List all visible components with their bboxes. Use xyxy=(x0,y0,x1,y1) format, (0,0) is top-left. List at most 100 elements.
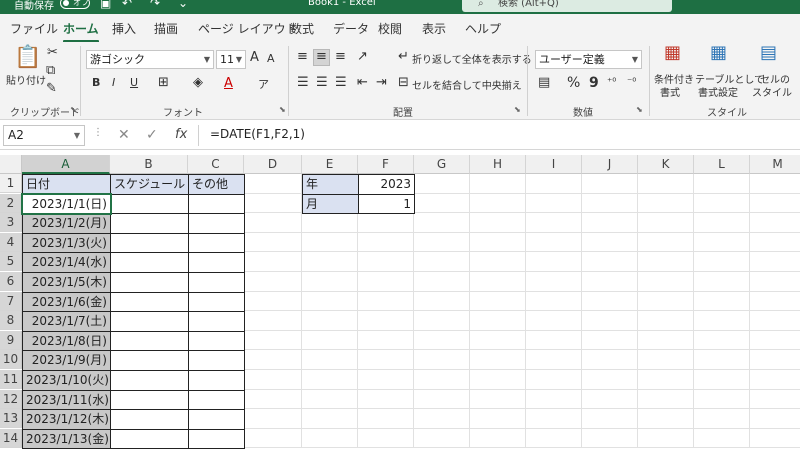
cell-k13[interactable] xyxy=(638,409,694,429)
phonetic-button[interactable]: ア xyxy=(258,76,269,92)
cell-i13[interactable] xyxy=(526,409,582,429)
align-left-icon[interactable]: ☰ xyxy=(297,76,309,90)
cell-k7[interactable] xyxy=(638,291,694,312)
schedule-cell[interactable] xyxy=(110,428,189,450)
cell-f8[interactable] xyxy=(358,311,414,331)
cell-l14[interactable] xyxy=(694,428,750,449)
cell-f3[interactable] xyxy=(358,213,414,233)
cell-i3[interactable] xyxy=(526,213,582,233)
cell-i10[interactable] xyxy=(526,350,582,370)
column-header-e[interactable]: E xyxy=(302,155,358,174)
other-cell[interactable] xyxy=(188,272,245,293)
cell-g5[interactable] xyxy=(414,252,470,272)
schedule-cell[interactable] xyxy=(110,291,189,313)
cell-f12[interactable] xyxy=(358,389,414,410)
cell-i8[interactable] xyxy=(526,311,582,331)
other-cell[interactable] xyxy=(188,311,245,332)
cell-i11[interactable] xyxy=(526,370,582,390)
other-cell[interactable] xyxy=(188,232,245,254)
cell-h1[interactable] xyxy=(470,174,526,194)
cell-m6[interactable] xyxy=(750,272,800,292)
paste-icon[interactable]: 📋 xyxy=(14,46,41,70)
cell-d9[interactable] xyxy=(244,330,302,351)
cell-g10[interactable] xyxy=(414,350,470,370)
increase-indent-icon[interactable]: ⇥ xyxy=(376,76,387,90)
cell-m13[interactable] xyxy=(750,409,800,429)
cell-j9[interactable] xyxy=(582,330,638,351)
cell-j12[interactable] xyxy=(582,389,638,410)
cell-k6[interactable] xyxy=(638,272,694,292)
date-cell[interactable]: 2023/1/3(火) xyxy=(22,232,111,254)
cell-f6[interactable] xyxy=(358,272,414,292)
font-color-button[interactable]: A xyxy=(224,76,233,91)
cell-m14[interactable] xyxy=(750,429,800,449)
cell-h11[interactable] xyxy=(470,370,526,390)
schedule-cell[interactable] xyxy=(110,252,189,273)
cell-h3[interactable] xyxy=(470,213,526,233)
cut-icon[interactable]: ✂ xyxy=(47,46,58,60)
cell-m11[interactable] xyxy=(750,370,800,390)
bold-button[interactable]: B xyxy=(92,76,100,89)
column-header-b[interactable]: B xyxy=(110,155,188,174)
cell-j7[interactable] xyxy=(582,291,638,312)
tab-page-layout[interactable]: ページ レイアウト xyxy=(198,20,298,37)
cell-h7[interactable] xyxy=(470,291,526,312)
align-middle-icon[interactable]: ≡ xyxy=(316,50,327,64)
schedule-cell[interactable] xyxy=(110,409,189,430)
other-cell[interactable] xyxy=(188,330,245,352)
row-header-10[interactable]: 10 xyxy=(0,350,22,370)
cell-d12[interactable] xyxy=(244,389,302,410)
cell-f7[interactable] xyxy=(358,291,414,312)
fill-color-icon[interactable]: ◈ xyxy=(193,76,203,90)
cell-i12[interactable] xyxy=(526,389,582,410)
row-header-4[interactable]: 4 xyxy=(0,232,22,252)
autosave-toggle[interactable]: オフ xyxy=(60,0,90,9)
date-cell[interactable]: 2023/1/13(金) xyxy=(22,428,111,450)
param-value-cell[interactable]: 2023 xyxy=(358,174,415,195)
format-painter-icon[interactable]: ✎ xyxy=(46,82,57,96)
row-header-5[interactable]: 5 xyxy=(0,252,22,272)
cell-f13[interactable] xyxy=(358,409,414,429)
cell-j2[interactable] xyxy=(582,193,638,214)
cell-g4[interactable] xyxy=(414,232,470,253)
param-label-cell[interactable]: 月 xyxy=(302,193,359,215)
row-header-3[interactable]: 3 xyxy=(0,213,22,233)
date-cell[interactable]: 2023/1/1(日) xyxy=(22,193,111,215)
cell-g1[interactable] xyxy=(414,174,470,194)
column-header-g[interactable]: G xyxy=(414,155,470,174)
undo-icon[interactable]: ↶ xyxy=(122,0,132,10)
row-header-11[interactable]: 11 xyxy=(0,370,22,389)
schedule-cell[interactable] xyxy=(110,213,189,234)
cell-j8[interactable] xyxy=(582,311,638,331)
cell-d4[interactable] xyxy=(244,232,302,253)
conditional-format-icon[interactable]: ▦ xyxy=(664,44,681,62)
cell-k1[interactable] xyxy=(638,174,694,194)
column-header-m[interactable]: M xyxy=(750,155,800,174)
tab-home[interactable]: ホーム xyxy=(63,20,99,43)
cell-k2[interactable] xyxy=(638,193,694,214)
wrap-text-icon[interactable]: ↵ xyxy=(398,50,409,64)
row-header-8[interactable]: 8 xyxy=(0,311,22,331)
schedule-cell[interactable] xyxy=(110,330,189,352)
other-cell[interactable] xyxy=(188,291,245,313)
date-cell[interactable]: 2023/1/5(木) xyxy=(22,272,111,293)
date-cell[interactable]: 2023/1/7(土) xyxy=(22,311,111,332)
name-box[interactable]: A2 ▼ xyxy=(3,125,85,146)
cell-e10[interactable] xyxy=(302,350,358,370)
row-header-6[interactable]: 6 xyxy=(0,272,22,291)
other-cell[interactable] xyxy=(188,428,245,450)
cell-g2[interactable] xyxy=(414,193,470,214)
cell-h5[interactable] xyxy=(470,252,526,272)
cell-d14[interactable] xyxy=(244,428,302,449)
cell-h9[interactable] xyxy=(470,330,526,351)
row-header-1[interactable]: 1 xyxy=(0,174,22,193)
cell-l2[interactable] xyxy=(694,193,750,214)
tab-formulas[interactable]: 数式 xyxy=(290,20,314,37)
cell-l5[interactable] xyxy=(694,252,750,272)
cell-m2[interactable] xyxy=(750,194,800,214)
align-top-icon[interactable]: ≡ xyxy=(297,50,308,64)
cell-g12[interactable] xyxy=(414,389,470,410)
cell-l6[interactable] xyxy=(694,272,750,292)
other-cell[interactable] xyxy=(188,213,245,234)
cell-f9[interactable] xyxy=(358,330,414,351)
